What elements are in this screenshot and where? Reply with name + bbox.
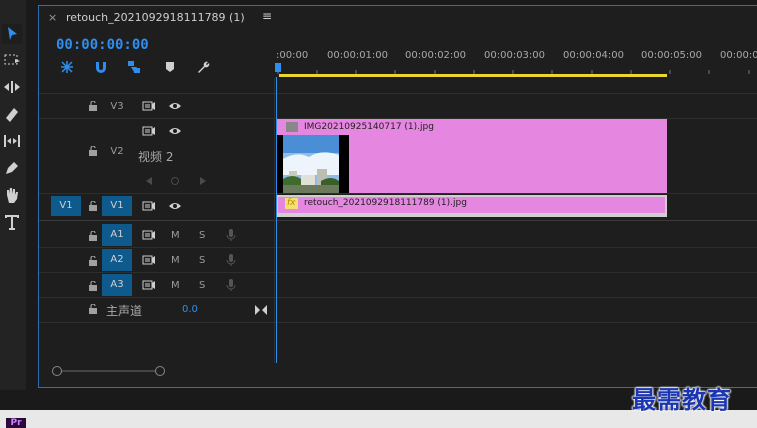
toggle-sync-lock-icon[interactable] — [142, 200, 156, 212]
row-divider — [39, 247, 757, 248]
work-area-bar[interactable] — [279, 74, 667, 77]
microphone-icon[interactable] — [224, 254, 238, 266]
snap-magnet-icon[interactable] — [94, 60, 108, 74]
timeline-settings-wrench-icon[interactable] — [196, 60, 210, 74]
sequence-tab-title[interactable]: retouch_2021092918111789 (1) — [66, 11, 245, 24]
lock-icon[interactable] — [88, 281, 98, 291]
zoom-scrollbar[interactable] — [52, 370, 162, 372]
track-label-v2[interactable]: V2 — [104, 146, 130, 157]
track-name-v2[interactable]: 视频 2 — [138, 148, 173, 165]
lock-icon[interactable] — [88, 101, 98, 111]
ripple-edit-tool-icon[interactable] — [2, 77, 22, 97]
master-track-label: 主声道 — [106, 304, 143, 318]
mute-button[interactable]: M — [171, 255, 180, 266]
pen-tool-icon[interactable] — [2, 158, 22, 178]
hand-tool-icon[interactable] — [2, 185, 22, 205]
fx-badge[interactable]: fx — [285, 198, 298, 209]
toggle-sync-lock-icon[interactable] — [142, 254, 156, 266]
next-keyframe-icon[interactable] — [200, 177, 206, 185]
solo-button[interactable]: S — [199, 280, 205, 291]
ruler-label: 00:00:03:00 — [484, 50, 546, 61]
lock-icon[interactable] — [88, 201, 98, 211]
source-patch-v1[interactable]: V1 — [51, 196, 81, 216]
toggle-sync-lock-icon[interactable] — [142, 229, 156, 241]
track-target-v1[interactable]: V1 — [102, 196, 132, 216]
playhead-handle[interactable] — [275, 63, 281, 72]
nest-sequences-icon[interactable] — [60, 60, 74, 74]
slip-tool-icon[interactable] — [2, 131, 22, 151]
lock-icon[interactable] — [88, 256, 98, 266]
tab-close-icon[interactable]: × — [48, 11, 57, 24]
zoom-scrollbar-left-handle[interactable] — [52, 366, 62, 376]
track-label-v3[interactable]: V3 — [104, 101, 130, 112]
track-target-a1[interactable]: A1 — [102, 224, 132, 246]
ruler-label: 00:00:02:00 — [405, 50, 467, 61]
go-to-in-out-icon[interactable] — [255, 300, 267, 315]
tools-panel — [0, 0, 26, 390]
microphone-icon[interactable] — [224, 279, 238, 291]
prev-keyframe-icon[interactable] — [146, 177, 152, 185]
toggle-sync-lock-icon[interactable] — [142, 279, 156, 291]
clip-effect-badge-icon — [286, 122, 298, 132]
panel-menu-icon[interactable]: ≡ — [262, 9, 273, 23]
zoom-scrollbar-right-handle[interactable] — [155, 366, 165, 376]
type-tool-icon[interactable] — [2, 212, 22, 232]
add-marker-icon[interactable] — [163, 60, 177, 74]
mute-button[interactable]: M — [171, 230, 180, 241]
ruler-label: :00:00 — [276, 50, 309, 61]
header-divider — [274, 78, 275, 363]
microphone-icon[interactable] — [224, 229, 238, 241]
lock-icon[interactable] — [88, 304, 98, 314]
ruler-label: 00:00:0( — [720, 50, 757, 61]
master-volume-value[interactable]: 0.0 — [182, 304, 198, 315]
toggle-sync-lock-icon[interactable] — [142, 100, 156, 112]
eye-icon[interactable] — [168, 200, 182, 212]
eye-icon[interactable] — [168, 100, 182, 112]
solo-button[interactable]: S — [199, 230, 205, 241]
clip-thumbnail — [277, 135, 349, 193]
ruler-label: 00:00:01:00 — [327, 50, 389, 61]
clip-name: IMG20210925140717 (1).jpg — [304, 122, 434, 132]
lock-icon[interactable] — [88, 231, 98, 241]
row-divider — [39, 272, 757, 273]
toggle-sync-lock-icon[interactable] — [142, 125, 156, 137]
linked-selection-icon[interactable] — [127, 60, 141, 74]
premiere-app-icon[interactable]: Pr — [6, 418, 26, 428]
lock-icon[interactable] — [88, 146, 98, 156]
watermark: 最需教育 — [632, 385, 732, 414]
add-keyframe-icon[interactable] — [171, 177, 179, 185]
row-divider — [39, 322, 757, 323]
playhead-timecode[interactable]: 00:00:00:00 — [56, 37, 149, 53]
selection-tool-icon[interactable] — [2, 24, 22, 44]
solo-button[interactable]: S — [199, 255, 205, 266]
row-divider — [39, 297, 757, 298]
ruler-label: 00:00:05:00 — [641, 50, 703, 61]
eye-icon[interactable] — [168, 125, 182, 137]
ruler-label: 00:00:04:00 — [563, 50, 625, 61]
row-divider — [39, 93, 757, 94]
track-target-a2[interactable]: A2 — [102, 249, 132, 271]
row-divider — [39, 220, 757, 221]
track-target-a3[interactable]: A3 — [102, 274, 132, 296]
track-select-tool-icon[interactable] — [2, 50, 22, 70]
row-divider — [39, 193, 757, 194]
clip-name: retouch_2021092918111789 (1).jpg — [304, 198, 467, 208]
mute-button[interactable]: M — [171, 280, 180, 291]
razor-tool-icon[interactable] — [2, 104, 22, 124]
playhead-line[interactable] — [276, 77, 277, 363]
